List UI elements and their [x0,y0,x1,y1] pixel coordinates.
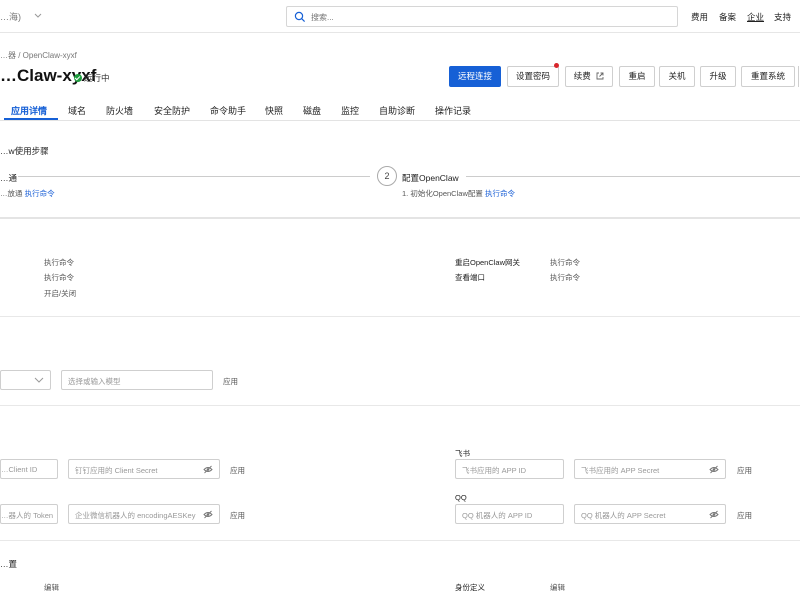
qq-apply-link[interactable]: 应用 [737,510,752,521]
tab-disk[interactable]: 磁盘 [303,104,321,117]
status-badge: 运行中 [74,72,110,84]
tab-operation-log[interactable]: 操作记录 [435,104,471,117]
tab-self-diagnosis[interactable]: 自助诊断 [379,104,415,117]
upgrade-button[interactable]: 升级 [700,66,736,87]
dingtalk-client-id-input[interactable]: …Client ID [0,459,58,479]
wecom-apply-link[interactable]: 应用 [230,510,245,521]
breadcrumb[interactable]: …器 / OpenClaw-xyxf [0,50,77,61]
step2-desc: 1. 初始化OpenClaw配置 执行命令 [402,189,515,198]
tab-security[interactable]: 安全防护 [154,104,190,117]
view-port-link[interactable]: 执行命令 [550,272,580,283]
renew-button[interactable]: 续费 [565,66,613,87]
region-selector[interactable]: …海) [0,10,42,23]
section-divider [0,540,800,541]
provider-select[interactable] [0,370,51,390]
chevron-down-icon [34,377,44,383]
feishu-app-id-input[interactable]: 飞书应用的 APP ID [455,459,564,479]
search-input[interactable] [311,10,661,24]
identity-edit-link[interactable]: 编辑 [550,582,565,593]
step1-run-command-link[interactable]: 执行命令 [25,189,55,198]
run-command-link[interactable]: 执行命令 [44,257,74,268]
config-section-title: …置 [0,559,18,569]
step1-title: …通 [0,173,18,183]
dingtalk-secret-input[interactable]: 钉钉应用的 Client Secret [68,459,220,479]
global-search[interactable] [286,6,678,27]
set-password-button[interactable]: 设置密码 [507,63,559,87]
tab-command-assistant[interactable]: 命令助手 [210,104,246,117]
tab-firewall[interactable]: 防火墙 [106,104,133,117]
step-connector [466,176,800,177]
qq-app-id-input[interactable]: QQ 机器人的 APP ID [455,504,564,524]
step2-number: 2 [377,166,397,186]
wecom-aeskey-input[interactable]: 企业微信机器人的 encodingAESKey [68,504,220,524]
nav-billing[interactable]: 费用 [691,11,708,23]
toggle-link[interactable]: 开启/关闭 [44,288,76,299]
external-link-icon [596,72,604,80]
steps-section-title: …w使用步骤 [0,146,49,156]
chevron-down-icon [34,13,41,18]
step2-run-command-link[interactable]: 执行命令 [485,189,515,198]
restart-button[interactable]: 重启 [619,66,655,87]
qq-secret-input[interactable]: QQ 机器人的 APP Secret [574,504,726,524]
step-connector [18,176,370,177]
tab-monitor[interactable]: 监控 [341,104,359,117]
shutdown-button[interactable]: 关机 [659,66,695,87]
model-apply-link[interactable]: 应用 [223,376,238,387]
edit-link[interactable]: 编辑 [44,582,59,593]
tab-domain[interactable]: 域名 [68,104,86,117]
eye-off-icon[interactable] [709,465,719,474]
remote-connect-button[interactable]: 远程连接 [449,66,501,87]
eye-off-icon[interactable] [203,510,213,519]
wecom-token-input[interactable]: …器人的 Token [0,504,58,524]
search-icon [294,11,306,23]
model-input[interactable]: 选择或输入模型 [61,370,213,390]
dingtalk-apply-link[interactable]: 应用 [230,465,245,476]
step2-title: 配置OpenClaw [402,173,459,183]
tab-snapshot[interactable]: 快照 [265,104,283,117]
section-divider [0,316,800,317]
view-port-label: 查看端口 [455,273,485,282]
feishu-label: 飞书 [455,449,470,458]
active-tab-indicator [4,118,58,120]
restart-gateway-label: 重启OpenClaw网关 [455,258,521,267]
tab-bar: 应用详情 域名 防火墙 安全防护 命令助手 快照 磁盘 监控 自助诊断 操作记录 [0,98,800,121]
nav-support[interactable]: 支持 [774,11,791,23]
feishu-secret-input[interactable]: 飞书应用的 APP Secret [574,459,726,479]
step1-desc: …放通 执行命令 [0,189,55,198]
section-divider [0,217,800,219]
restart-gateway-link[interactable]: 执行命令 [550,257,580,268]
identity-definition-label: 身份定义 [455,583,485,592]
run-command-link[interactable]: 执行命令 [44,272,74,283]
nav-icp[interactable]: 备案 [719,11,736,23]
section-divider [0,405,800,406]
tab-app-details[interactable]: 应用详情 [11,104,47,117]
eye-off-icon[interactable] [203,465,213,474]
feishu-apply-link[interactable]: 应用 [737,465,752,476]
top-bar: …海) 费用 备案 企业 支持 [0,0,800,33]
reset-system-button[interactable]: 重置系统 [741,66,795,87]
notification-dot [554,63,559,68]
qq-label: QQ [455,493,467,502]
nav-enterprise[interactable]: 企业 [747,11,764,23]
check-circle-icon [74,74,82,82]
eye-off-icon[interactable] [709,510,719,519]
